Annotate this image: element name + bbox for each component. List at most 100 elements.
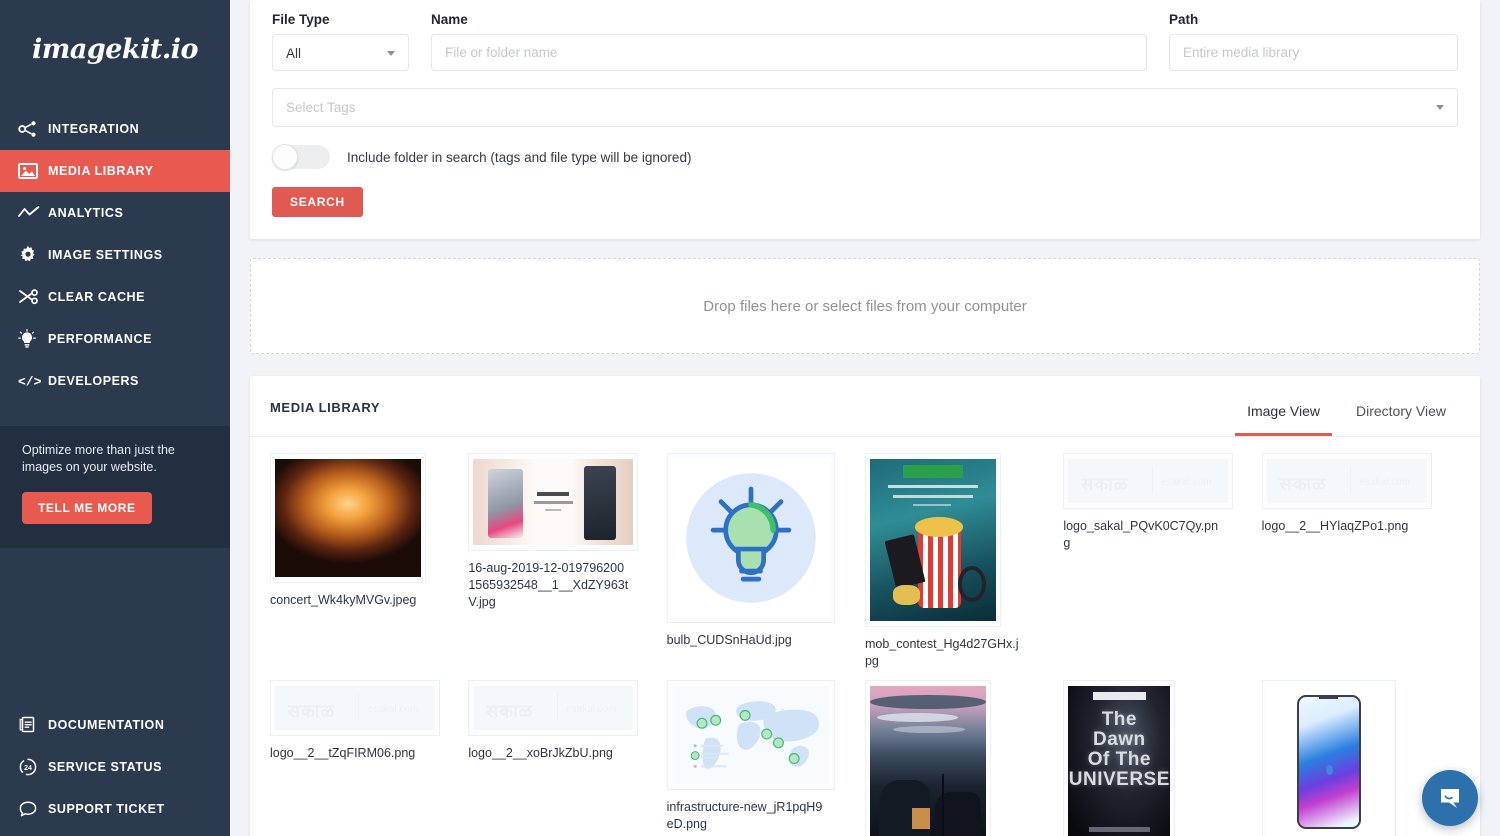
sidebar-item-label: SERVICE STATUS xyxy=(48,760,162,774)
name-group: Name xyxy=(431,12,1147,71)
media-item-filename: logo_sakal_PQvK0C7Qy.png xyxy=(1063,518,1223,552)
brand-logo-text: imagekit.io xyxy=(32,34,198,65)
media-item-filename: 16-aug-2019-12-0197962001565932548__1__X… xyxy=(468,560,628,611)
sidebar-item-clear-cache[interactable]: CLEAR CACHE xyxy=(0,276,230,318)
media-item-filename: mob_contest_Hg4d27GHx.jpg xyxy=(865,636,1025,670)
sidebar-item-performance[interactable]: PERFORMANCE xyxy=(0,318,230,360)
sidebar-item-media-library[interactable]: MEDIA LIBRARY xyxy=(0,150,230,192)
tab-directory-view[interactable]: Directory View xyxy=(1344,403,1458,436)
chat-bubble-icon xyxy=(18,798,48,820)
scissors-icon xyxy=(18,286,48,308)
sidebar-item-label: CLEAR CACHE xyxy=(48,290,145,304)
media-item[interactable] xyxy=(865,680,1058,836)
sidebar-item-label: DOCUMENTATION xyxy=(48,718,164,732)
media-thumbnail[interactable]: सकाळ esakal.com xyxy=(1262,453,1432,509)
media-thumbnail[interactable] xyxy=(667,453,835,623)
media-item[interactable]: सकाळ esakal.com logo__2__tZqFIRM06.png xyxy=(270,680,463,762)
file-dropzone[interactable]: Drop files here or select files from you… xyxy=(250,258,1480,354)
sidebar-item-label: PERFORMANCE xyxy=(48,332,152,346)
name-label: Name xyxy=(431,12,1147,27)
select-tags-input[interactable] xyxy=(272,88,1458,127)
search-panel: File Type All Name Path I xyxy=(250,0,1480,239)
media-item[interactable]: mob_contest_Hg4d27GHx.jpg xyxy=(865,453,1058,670)
sidebar-item-label: ANALYTICS xyxy=(48,206,123,220)
media-item[interactable]: infrastructure-new_jR1pqH9eD.png xyxy=(667,680,860,833)
path-input[interactable] xyxy=(1169,34,1458,71)
media-thumbnail[interactable] xyxy=(1262,680,1396,836)
path-label: Path xyxy=(1169,12,1458,27)
media-item[interactable]: सकाळ esakal.com logo__2__HYlaqZPo1.png xyxy=(1262,453,1455,535)
chat-bubble-icon xyxy=(1436,784,1464,812)
svg-text:24: 24 xyxy=(24,765,32,772)
media-thumbnail[interactable]: सकाळ esakal.com xyxy=(468,680,638,736)
share-nodes-icon xyxy=(18,118,48,140)
page-title: MEDIA LIBRARY xyxy=(270,400,380,415)
svg-text:</>: </> xyxy=(18,375,42,390)
include-folder-toggle[interactable] xyxy=(272,145,330,169)
media-item[interactable]: सकाळ esakal.com logo_sakal_PQvK0C7Qy.png xyxy=(1063,453,1256,552)
sidebar-item-integration[interactable]: INTEGRATION xyxy=(0,108,230,150)
media-item-filename: logo__2__xoBrJkZbU.png xyxy=(468,745,628,762)
intercom-chat-launcher[interactable] xyxy=(1422,770,1478,826)
line-chart-icon xyxy=(18,202,48,224)
sidebar-item-documentation[interactable]: DOCUMENTATION xyxy=(0,704,230,746)
name-input[interactable] xyxy=(431,34,1147,71)
media-item-filename: bulb_CUDSnHaUd.jpg xyxy=(667,632,827,649)
search-fields-row: File Type All Name Path xyxy=(272,12,1458,71)
promo-text: Optimize more than just the images on yo… xyxy=(22,442,210,476)
media-item-filename: infrastructure-new_jR1pqH9eD.png xyxy=(667,799,827,833)
sidebar-item-image-settings[interactable]: IMAGE SETTINGS xyxy=(0,234,230,276)
sidebar-bottom-nav: DOCUMENTATION 24 SERVICE STATUS SUPPORT … xyxy=(0,704,230,830)
media-thumbnail[interactable] xyxy=(865,453,1001,627)
sidebar-item-developers[interactable]: </> DEVELOPERS xyxy=(0,360,230,402)
sidebar-item-label: DEVELOPERS xyxy=(48,374,139,388)
search-button[interactable]: SEARCH xyxy=(272,187,363,217)
path-group: Path xyxy=(1169,12,1458,71)
tab-image-view[interactable]: Image View xyxy=(1235,403,1332,436)
sidebar-item-label: SUPPORT TICKET xyxy=(48,802,165,816)
media-item[interactable]: TheDawnOf TheUNIVERSE xyxy=(1063,680,1256,836)
brand-logo[interactable]: imagekit.io xyxy=(0,0,230,92)
include-folder-row: Include folder in search (tags and file … xyxy=(272,145,1458,169)
image-icon xyxy=(18,160,48,182)
media-library-panel: MEDIA LIBRARY Image View Directory View … xyxy=(250,376,1480,836)
lightbulb-icon xyxy=(18,328,48,350)
clock-24-icon: 24 xyxy=(18,756,48,778)
media-thumbnail[interactable]: सकाळ esakal.com xyxy=(270,680,440,736)
sidebar-item-analytics[interactable]: ANALYTICS xyxy=(0,192,230,234)
include-folder-label: Include folder in search (tags and file … xyxy=(347,150,691,165)
file-type-value: All xyxy=(286,35,395,72)
code-icon: </> xyxy=(18,370,48,392)
tell-me-more-button[interactable]: TELL ME MORE xyxy=(22,492,152,524)
media-library-header: MEDIA LIBRARY Image View Directory View xyxy=(250,376,1480,437)
sidebar-item-label: IMAGE SETTINGS xyxy=(48,248,163,262)
sidebar-item-label: INTEGRATION xyxy=(48,122,139,136)
media-grid: concert_Wk4kyMVGv.jpeg 16-aug-2019-12-01… xyxy=(250,437,1480,836)
gear-icon xyxy=(18,244,48,266)
sidebar-nav: INTEGRATION MEDIA LIBRARY ANALYTICS xyxy=(0,108,230,402)
media-item[interactable]: concert_Wk4kyMVGv.jpeg xyxy=(270,453,463,609)
document-icon xyxy=(18,714,48,736)
media-item[interactable]: 16-aug-2019-12-0197962001565932548__1__X… xyxy=(468,453,661,611)
media-item[interactable]: सकाळ esakal.com logo__2__xoBrJkZbU.png xyxy=(468,680,661,762)
sidebar-item-label: MEDIA LIBRARY xyxy=(48,164,154,178)
media-thumbnail[interactable]: TheDawnOf TheUNIVERSE xyxy=(1063,680,1175,836)
media-thumbnail[interactable]: सकाळ esakal.com xyxy=(1063,453,1233,509)
main-content: File Type All Name Path I xyxy=(230,0,1500,836)
file-type-select[interactable]: All xyxy=(272,34,409,71)
file-type-label: File Type xyxy=(272,12,409,27)
sidebar-item-support-ticket[interactable]: SUPPORT TICKET xyxy=(0,788,230,830)
media-thumbnail[interactable] xyxy=(270,453,426,583)
media-item-filename: logo__2__HYlaqZPo1.png xyxy=(1262,518,1422,535)
promo-banner: Optimize more than just the images on yo… xyxy=(0,426,230,548)
media-thumbnail[interactable] xyxy=(865,680,991,836)
sidebar-item-service-status[interactable]: 24 SERVICE STATUS xyxy=(0,746,230,788)
file-type-group: File Type All xyxy=(272,12,409,71)
tags-group xyxy=(272,88,1458,127)
media-thumbnail[interactable] xyxy=(468,453,638,551)
dropzone-text: Drop files here or select files from you… xyxy=(703,298,1026,315)
media-thumbnail[interactable] xyxy=(667,680,835,790)
sidebar: imagekit.io INTEGRATION xyxy=(0,0,230,836)
media-item[interactable]: bulb_CUDSnHaUd.jpg xyxy=(667,453,860,649)
toggle-knob xyxy=(272,144,298,170)
